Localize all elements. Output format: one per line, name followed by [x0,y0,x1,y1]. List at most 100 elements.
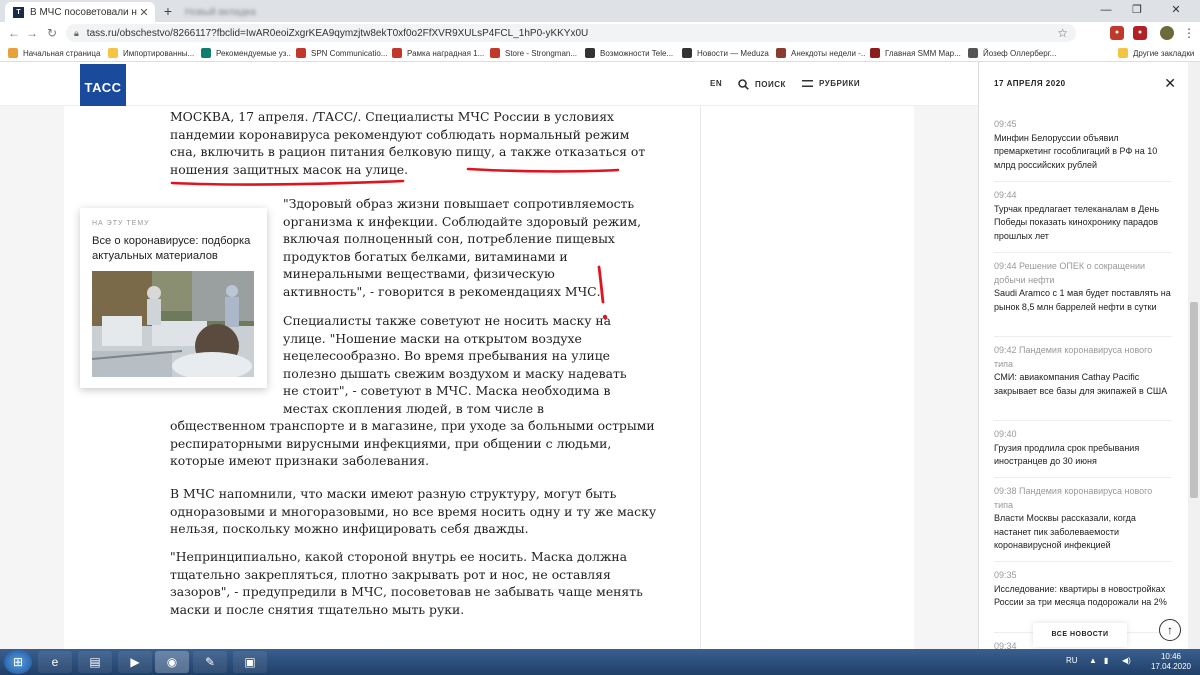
news-headline[interactable]: Saudi Aramco с 1 мая будет поставлять на… [994,287,1172,314]
address-bar[interactable]: 🔒︎ tass.ru/obschestvo/8266117?fbclid=IwA… [66,24,1076,42]
news-headline[interactable]: Грузия продлила срок пребывания иностран… [994,442,1172,469]
bookmark-label: Store - Strongman... [505,48,578,58]
bookmark-star-icon[interactable]: ☆ [1057,26,1068,40]
news-headline[interactable]: Минфин Белоруссии объявил премаркетинг г… [994,132,1172,173]
forward-icon[interactable]: → [24,25,40,41]
bookmark-item[interactable]: Рамка наградная 1... [392,47,486,59]
app-taskbar-icon[interactable]: ✎ [193,651,227,673]
news-headline[interactable]: Турчак предлагает телеканалам в День Поб… [994,203,1172,244]
bookmark-item[interactable]: Начальная страница [8,47,103,59]
bookmark-item[interactable]: Анекдоты недели -... [776,47,866,59]
news-separator [994,336,1172,337]
news-topic-tag[interactable]: Пандемия коронавируса нового типа [994,345,1152,369]
article-line: улице. "Ношение маски на открытом воздух… [283,330,582,346]
bookmark-item[interactable]: Импортированны... [108,47,198,59]
news-headline[interactable]: Власти Москвы рассказали, когда настанет… [994,512,1172,553]
extension-icon[interactable]: ● [1110,26,1124,40]
news-item[interactable]: 09:38 Пандемия коронавируса нового типа В… [994,485,1172,562]
scrollbar-thumb[interactable] [1190,302,1198,498]
network-icon[interactable]: ▮ [1104,656,1108,665]
bookmark-favicon-icon [585,48,595,58]
tass-logo[interactable]: ТАСС [80,64,126,110]
tab-active[interactable]: T В МЧС посоветовали не носить ✕ [5,2,155,22]
bookmark-label: Рамка наградная 1... [407,48,485,58]
card-kicker: НА ЭТУ ТЕМУ [92,220,150,227]
news-item[interactable]: 09:44 Решение ОПЕК о сокращении добычи н… [994,260,1172,337]
news-headline[interactable]: Исследование: квартиры в новостройках Ро… [994,583,1172,610]
article-line: которые имеют признаки заболевания. [170,453,430,468]
new-tab-button[interactable]: + [160,3,176,19]
news-separator [994,420,1172,421]
tray-arrow-icon[interactable]: ▲ [1089,656,1097,665]
bookmark-label: Йозеф Оллерберг... [983,48,1057,58]
bookmark-label: Анекдоты недели -... [791,48,866,58]
scroll-to-top-icon[interactable]: ↑ [1159,619,1181,641]
maximize-window-button[interactable]: ❐ [1124,2,1150,18]
volume-icon[interactable]: ◀) [1122,656,1131,665]
profile-avatar-icon[interactable] [1160,26,1174,40]
tab-inactive[interactable]: Новый вкладка [177,2,327,22]
bookmark-label: Новости — Meduza [697,48,769,58]
article-line: сна, включить в рацион питания белковую … [170,144,646,159]
related-topic-card[interactable]: НА ЭТУ ТЕМУ Все о коронавирусе: подборка… [80,208,267,388]
lock-icon: 🔒︎ [74,27,79,38]
extension-icon[interactable]: ● [1133,26,1147,40]
chrome-taskbar-icon[interactable]: ◉ [155,651,189,673]
news-topic-tag[interactable]: Решение ОПЕК о сокращении добычи нефти [994,261,1145,285]
news-feed-date: 17 АПРЕЛЯ 2020 [994,79,1066,88]
ie-taskbar-icon[interactable]: e [38,651,72,673]
search-button[interactable]: ПОИСК [738,79,786,90]
news-item[interactable]: 09:45 Минфин Белоруссии объявил премаркет… [994,118,1172,182]
start-button[interactable]: ⊞ [4,650,32,674]
tab-close-icon[interactable]: ✕ [137,6,151,19]
language-indicator[interactable]: RU [1066,656,1078,665]
bookmark-item[interactable]: Главная SMM Map... [870,47,964,59]
bookmark-item[interactable]: Йозеф Оллерберг... [968,47,1058,59]
news-item[interactable]: 09:40 Грузия продлила срок пребывания ино… [994,428,1172,478]
all-news-button[interactable]: ВСЕ НОВОСТИ [1033,623,1127,647]
news-topic-tag[interactable]: Пандемия коронавируса нового типа [994,486,1152,510]
rubrics-button[interactable]: РУБРИКИ [802,79,860,88]
system-clock[interactable]: 10:46 17.04.2020 [1146,652,1196,672]
news-headline[interactable]: СМИ: авиакомпания Cathay Pacific закрыва… [994,371,1172,398]
news-item[interactable]: 09:44 Турчак предлагает телеканалам в Ден… [994,189,1172,253]
back-icon[interactable]: ← [6,25,22,41]
bookmark-favicon-icon [1118,48,1128,58]
card-title[interactable]: Все о коронавирусе: подборка актуальных … [92,234,257,264]
reload-icon[interactable]: ↻ [44,25,60,41]
url-text: tass.ru/obschestvo/8266117?fbclid=IwAR0e… [86,27,589,39]
news-item[interactable]: 09:42 Пандемия коронавируса нового типа С… [994,344,1172,421]
browser-menu-icon[interactable]: ⋮ [1181,25,1197,41]
news-time: 09:44 [994,190,1017,200]
article-line: организма к инфекции. Соблюдайте здоровы… [283,213,642,229]
news-feed-panel: 17 АПРЕЛЯ 2020 ✕ 09:45 Минфин Белоруссии … [978,62,1188,649]
page-scrollbar[interactable] [1188,62,1200,649]
lang-switch[interactable]: EN [710,79,722,88]
close-panel-icon[interactable]: ✕ [1164,75,1176,92]
bookmark-item[interactable]: Возможности Tele... [585,47,677,59]
article-paragraph: Специалисты также советуют не носить мас… [170,312,655,470]
close-window-button[interactable]: ✕ [1163,2,1189,18]
bookmark-favicon-icon [296,48,306,58]
minimize-window-button[interactable]: — [1093,2,1119,18]
bookmark-item[interactable]: Рекомендуемые уз... [201,47,291,59]
app-taskbar-icon[interactable]: ▣ [233,651,267,673]
bookmark-favicon-icon [776,48,786,58]
bookmark-item[interactable]: SPN Communicatio... [296,47,388,59]
bookmark-item[interactable]: Новости — Meduza [682,47,772,59]
card-photo[interactable] [92,271,254,377]
explorer-taskbar-icon[interactable]: ▤ [78,651,112,673]
media-taskbar-icon[interactable]: ▶ [118,651,152,673]
column-divider [700,106,701,649]
bookmark-item[interactable]: Другие закладки [1118,47,1198,59]
tab-title: В МЧС посоветовали не носить [30,6,137,18]
article-line: включая полноценный сон, потребление пищ… [283,231,615,246]
bookmark-favicon-icon [968,48,978,58]
news-time: 09:40 [994,429,1017,439]
bookmark-favicon-icon [490,48,500,58]
bookmark-item[interactable]: Store - Strongman... [490,47,580,59]
article-line: зазоров", - предупредили в МЧС, посовето… [170,584,643,599]
news-item[interactable]: 09:35 Исследование: квартиры в новостройк… [994,569,1172,633]
site-header: ТАСС EN ПОИСК РУБРИКИ [0,62,978,110]
bookmark-favicon-icon [8,48,18,58]
